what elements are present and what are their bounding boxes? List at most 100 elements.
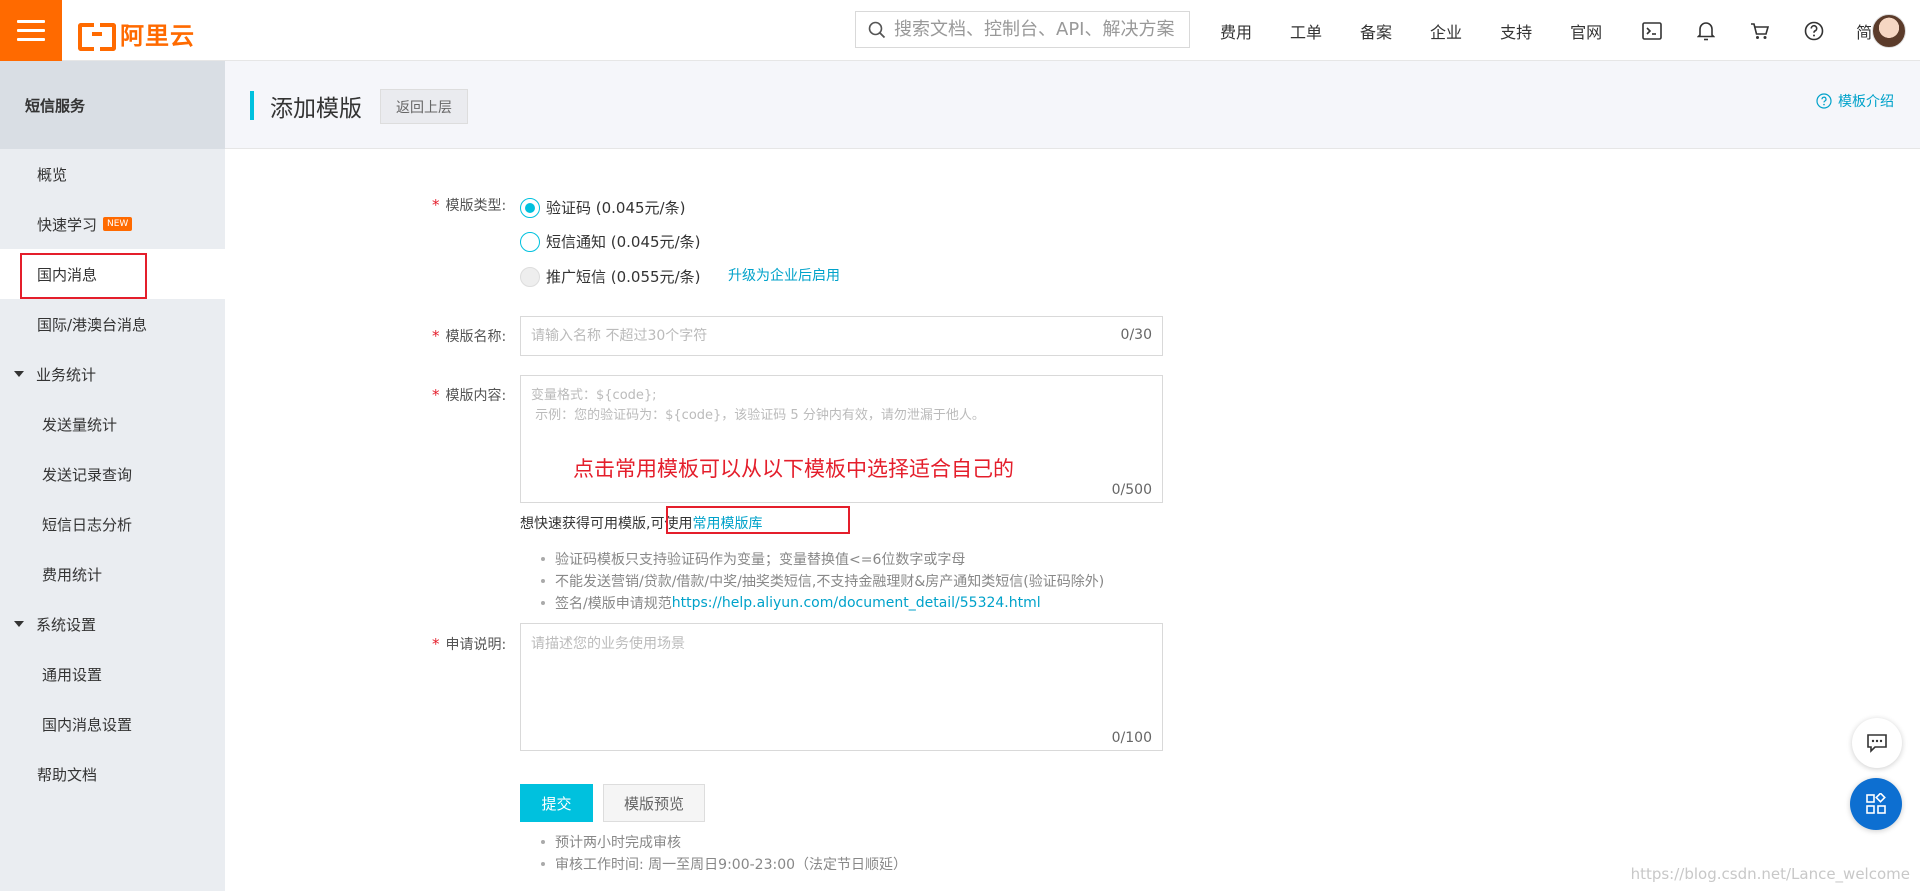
radio-label: 验证码 (0.045元/条) (546, 199, 686, 217)
sidebar-item-help-docs[interactable]: 帮助文档 (0, 749, 225, 799)
sidebar-item-send-records[interactable]: 发送记录查询 (0, 449, 225, 499)
apply-description-textarea[interactable] (521, 624, 1162, 750)
csdn-watermark: https://blog.csdn.net/Lance_welcome (1630, 865, 1910, 883)
required-mark: * (432, 327, 440, 345)
sidebar-item-label: 发送记录查询 (42, 465, 133, 484)
terminal-icon[interactable] (1640, 19, 1664, 43)
sidebar-menu: 概览 快速学习 NEW 国内消息 国际/港澳台消息 业务统计 发送量统计 发送记… (0, 149, 225, 799)
template-name-input[interactable] (521, 317, 1162, 355)
aliyun-logo[interactable]: 阿里云 (78, 16, 195, 51)
required-mark: * (432, 386, 440, 404)
template-rules-list: 验证码模板只支持验证码作为变量；变量替换值<=6位数字或字母 不能发送营销/贷款… (541, 548, 1104, 614)
sidebar-item-international-messages[interactable]: 国际/港澳台消息 (0, 299, 225, 349)
chat-icon (1867, 734, 1887, 753)
template-type-label: * 模版类型: (432, 195, 506, 215)
sidebar-item-label: 国内消息设置 (42, 715, 133, 734)
quick-hint-text: 想快速获得可用模版, (520, 516, 651, 532)
radio-checked-icon (520, 197, 540, 218)
page-title: 添加模版 (270, 96, 362, 122)
new-badge: NEW (103, 217, 133, 231)
user-avatar[interactable] (1872, 14, 1906, 48)
template-intro-label: 模板介绍 (1838, 94, 1894, 110)
list-item: 签名/模版申请规范 https://help.aliyun.com/docume… (541, 592, 1104, 614)
back-button[interactable]: 返回上层 (380, 89, 468, 124)
sidebar-group-system-settings[interactable]: 系统设置 (0, 599, 225, 649)
annotation-highlight-box (20, 253, 147, 299)
sidebar-item-label: 通用设置 (42, 665, 103, 684)
bell-icon[interactable] (1694, 19, 1718, 43)
cart-icon[interactable] (1748, 19, 1772, 43)
help-icon[interactable] (1802, 19, 1826, 43)
sidebar-title: 短信服务 (0, 61, 225, 149)
radio-notification[interactable]: 短信通知 (0.045元/条) (520, 231, 700, 252)
search-box[interactable] (855, 11, 1190, 48)
sidebar-item-sms-log-analysis[interactable]: 短信日志分析 (0, 499, 225, 549)
sidebar-item-cost-stats[interactable]: 费用统计 (0, 549, 225, 599)
sidebar-item-label: 费用统计 (42, 565, 103, 584)
sidebar: 短信服务 概览 快速学习 NEW 国内消息 国际/港澳台消息 业务统计 发送量统… (0, 61, 225, 891)
apply-description-label: * 申请说明: (432, 634, 506, 654)
main-content: 添加模版 返回上层 模板介绍 * 模版类型: 验证码 (0.045元/条) 短信通… (225, 61, 1920, 891)
annotation-highlight-box (666, 506, 850, 534)
template-name-field[interactable]: 0/30 (520, 316, 1163, 356)
template-preview-button[interactable]: 模版预览 (603, 784, 705, 822)
apply-description-field[interactable]: 0/100 (520, 623, 1163, 751)
hamburger-menu-button[interactable] (0, 0, 62, 61)
chat-float-button[interactable] (1852, 718, 1902, 768)
upgrade-enterprise-link[interactable]: 升级为企业后启用 (728, 265, 840, 285)
list-item: 验证码模板只支持验证码作为变量；变量替换值<=6位数字或字母 (541, 548, 1104, 570)
apps-float-button[interactable] (1850, 778, 1902, 830)
label-text: 模版类型: (445, 198, 507, 214)
list-item: 预计两小时完成审核 (541, 831, 907, 853)
menu-line (17, 20, 45, 23)
sidebar-item-label: 帮助文档 (37, 765, 98, 784)
template-content-field[interactable]: 0/500 (520, 375, 1163, 503)
apps-grid-icon (1866, 793, 1886, 814)
radio-disabled-icon (520, 266, 540, 287)
spec-doc-link[interactable]: https://help.aliyun.com/document_detail/… (672, 595, 1041, 611)
description-char-counter: 0/100 (1111, 730, 1152, 746)
template-content-label: * 模版内容: (432, 385, 506, 405)
logo-text: 阿里云 (120, 22, 195, 50)
caret-down-icon (14, 371, 24, 377)
template-intro-link[interactable]: 模板介绍 (1816, 91, 1894, 111)
submit-button[interactable]: 提交 (520, 784, 593, 822)
nav-icp[interactable]: 备案 (1360, 19, 1392, 43)
template-content-textarea[interactable] (521, 376, 1162, 502)
annotation-text: 点击常用模板可以从以下模板中选择适合自己的 (573, 457, 1014, 481)
sidebar-item-label: 国际/港澳台消息 (37, 315, 148, 334)
nav-tickets[interactable]: 工单 (1290, 19, 1322, 43)
sidebar-item-label: 系统设置 (36, 615, 97, 634)
radio-unchecked-icon (520, 231, 540, 252)
review-time-list: 预计两小时完成审核 审核工作时间: 周一至周日9:00-23:00（法定节日顺延… (541, 831, 907, 875)
nav-enterprise[interactable]: 企业 (1430, 19, 1462, 43)
sidebar-item-domestic-settings[interactable]: 国内消息设置 (0, 699, 225, 749)
top-nav: 费用 工单 备案 企业 支持 官网 简体 (1220, 0, 1920, 61)
list-item: 审核工作时间: 周一至周日9:00-23:00（法定节日顺延） (541, 853, 907, 875)
sidebar-group-business-stats[interactable]: 业务统计 (0, 349, 225, 399)
sidebar-item-domestic-messages[interactable]: 国内消息 (0, 249, 225, 299)
radio-promotion[interactable]: 推广短信 (0.055元/条) (520, 266, 700, 287)
nav-fees[interactable]: 费用 (1220, 19, 1252, 43)
sidebar-item-send-volume[interactable]: 发送量统计 (0, 399, 225, 449)
required-mark: * (432, 635, 440, 653)
template-name-label: * 模版名称: (432, 326, 506, 346)
nav-official-site[interactable]: 官网 (1570, 19, 1602, 43)
sidebar-item-overview[interactable]: 概览 (0, 149, 225, 199)
title-accent-bar (250, 91, 254, 120)
aliyun-logo-icon (78, 21, 116, 51)
nav-support[interactable]: 支持 (1500, 19, 1532, 43)
sidebar-item-quick-learn[interactable]: 快速学习 NEW (0, 199, 225, 249)
sidebar-item-label: 发送量统计 (42, 415, 118, 434)
sidebar-item-general-settings[interactable]: 通用设置 (0, 649, 225, 699)
list-item: 不能发送营销/贷款/借款/中奖/抽奖类短信,不支持金融理财&房产通知类短信(验证… (541, 570, 1104, 592)
add-template-form: * 模版类型: 验证码 (0.045元/条) 短信通知 (0.045元/条) 推广… (225, 149, 1920, 891)
search-input[interactable] (894, 19, 1184, 40)
sidebar-item-label: 业务统计 (36, 365, 97, 384)
label-text: 申请说明: (445, 637, 507, 653)
menu-line (17, 38, 45, 41)
radio-verification-code[interactable]: 验证码 (0.045元/条) (520, 197, 685, 218)
caret-down-icon (14, 621, 24, 627)
top-navbar: 阿里云 费用 工单 备案 企业 支持 官网 简体 (0, 0, 1920, 61)
content-char-counter: 0/500 (1111, 482, 1152, 498)
